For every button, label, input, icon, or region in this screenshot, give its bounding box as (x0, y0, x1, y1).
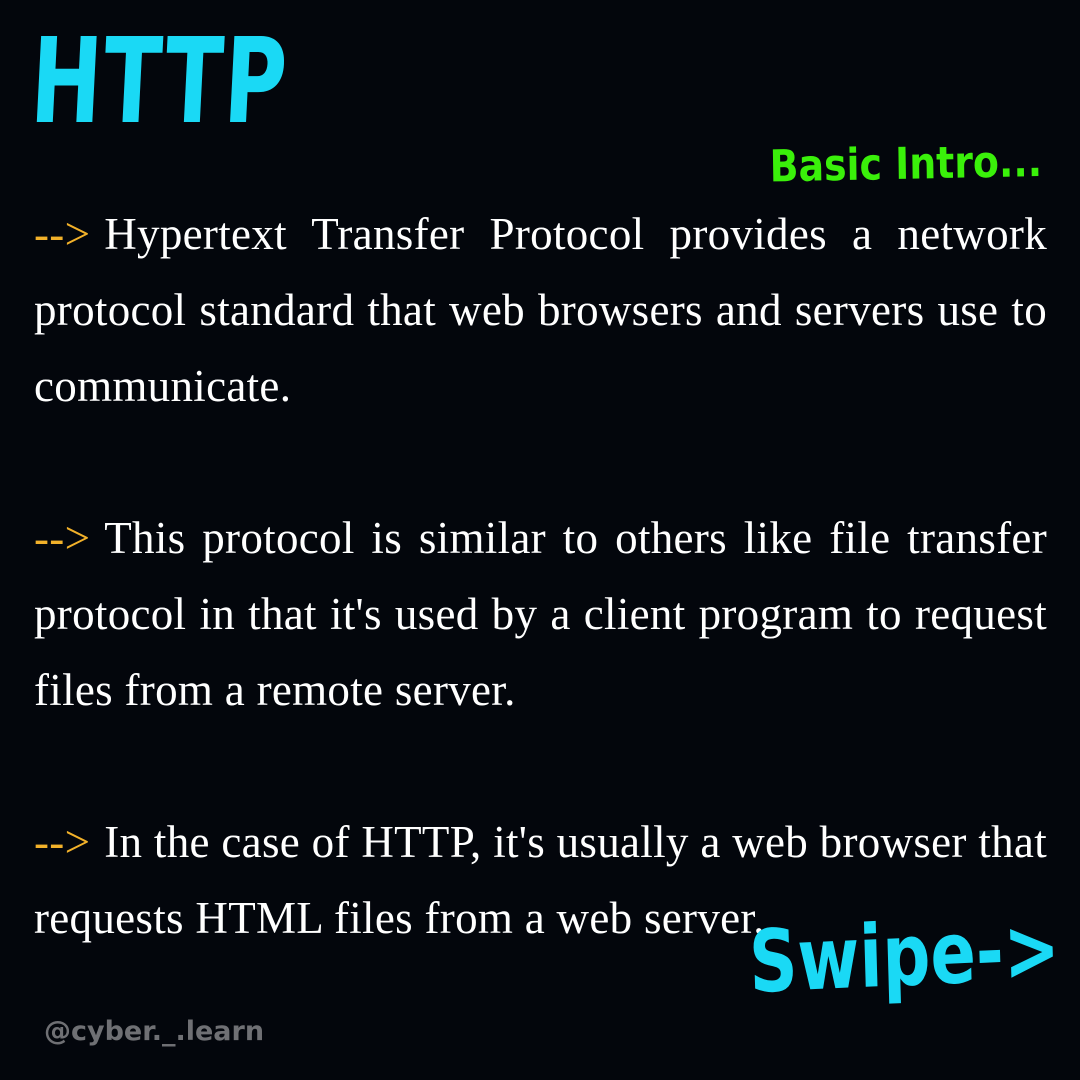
content-body: --> Hypertext Transfer Protocol provides … (34, 196, 1047, 956)
arrow-marker: --> (34, 513, 91, 563)
paragraph-2: --> This protocol is similar to others li… (34, 500, 1047, 728)
arrow-marker: --> (34, 817, 91, 867)
paragraph-1: --> Hypertext Transfer Protocol provides … (34, 196, 1047, 424)
page-title: HTTP (27, 12, 292, 150)
paragraph-text: This protocol is similar to others like … (34, 513, 1047, 715)
arrow-marker: --> (34, 209, 91, 259)
author-handle: @cyber._.learn (44, 1016, 265, 1047)
page-subtitle: Basic Intro... (769, 136, 1043, 193)
swipe-prompt[interactable]: Swipe-> (748, 899, 1061, 1013)
paragraph-text: Hypertext Transfer Protocol provides a n… (34, 209, 1047, 411)
